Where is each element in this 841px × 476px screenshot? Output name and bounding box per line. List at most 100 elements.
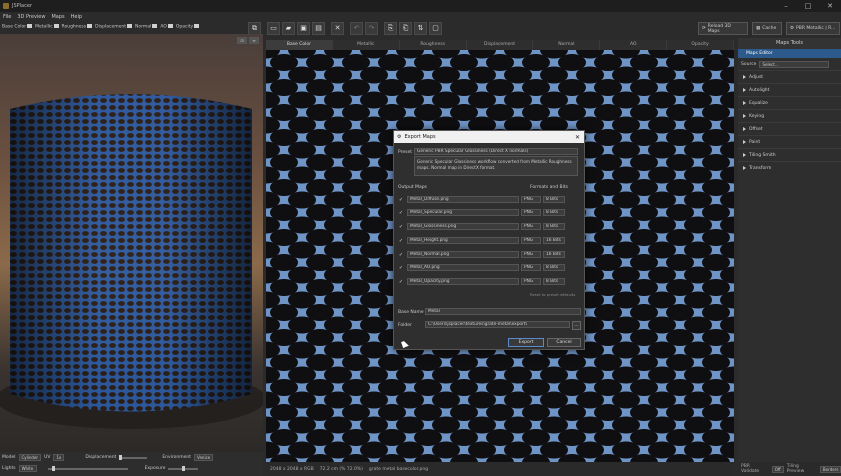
section-paint[interactable]: Paint bbox=[738, 135, 841, 148]
menu-maps[interactable]: Maps bbox=[51, 14, 64, 20]
map-format[interactable]: PNG bbox=[521, 223, 541, 230]
folder-input[interactable]: C:\Users\jsplacer\textures\grate-metal\e… bbox=[425, 321, 570, 328]
section-equalize[interactable]: Equalize bbox=[738, 96, 841, 109]
map-filename[interactable]: Metal_Diffuse.png bbox=[407, 196, 519, 203]
dialog-close-icon[interactable]: ✕ bbox=[575, 134, 580, 141]
map-checkbox[interactable]: ✓ bbox=[397, 265, 405, 271]
map-filename[interactable]: Metal_Height.png bbox=[407, 237, 519, 244]
map-bits[interactable]: 16 Bits bbox=[543, 251, 565, 258]
channel-normal[interactable]: Normal bbox=[135, 23, 158, 29]
menu-help[interactable]: Help bbox=[71, 14, 82, 20]
new-icon[interactable]: ▭ bbox=[267, 21, 280, 35]
map-format[interactable]: PNG bbox=[521, 264, 541, 271]
section-transform[interactable]: Transform bbox=[738, 161, 841, 174]
tab-metallic[interactable]: Metallic bbox=[333, 40, 400, 50]
channel-opacity[interactable]: Opacity bbox=[176, 23, 200, 29]
copy-icon[interactable]: ⎘ bbox=[384, 21, 397, 35]
comment-icon[interactable]: ▢ bbox=[429, 21, 442, 35]
cancel-button[interactable]: Cancel bbox=[547, 338, 581, 347]
model-select[interactable]: Cylinder bbox=[18, 454, 42, 461]
map-filename[interactable]: Metal_Normal.png bbox=[407, 251, 519, 258]
section-tiling-smith[interactable]: Tiling Smith bbox=[738, 148, 841, 161]
paste-icon[interactable]: ⎗ bbox=[399, 21, 412, 35]
channel-base-color[interactable]: Base Color bbox=[2, 23, 33, 29]
map-filename[interactable]: Metal_Specular.png bbox=[407, 209, 519, 216]
close-icon[interactable]: ✕ bbox=[331, 21, 344, 35]
save-icon[interactable]: ▣ bbox=[297, 21, 310, 35]
export-button[interactable]: Export bbox=[508, 338, 544, 347]
minimize-icon[interactable]: – bbox=[775, 0, 797, 12]
source-select[interactable]: Select... bbox=[759, 60, 830, 68]
maximize-icon[interactable]: □ bbox=[797, 0, 819, 12]
map-format[interactable]: PNG bbox=[521, 278, 541, 285]
channel-ao[interactable]: AO bbox=[160, 23, 173, 29]
map-filename[interactable]: Metal_Opacity.png bbox=[407, 278, 519, 285]
lights-slider[interactable] bbox=[47, 466, 128, 471]
texture-size: 2048 x 2048 x RGB bbox=[270, 466, 314, 472]
close-window-icon[interactable]: ✕ bbox=[819, 0, 841, 12]
reset-link[interactable]: Reset to preset defaults bbox=[530, 292, 575, 297]
cache-button[interactable]: ▦ Cache bbox=[752, 22, 782, 35]
3d-viewport[interactable]: ⊡ ≡ bbox=[0, 34, 263, 452]
base-name-input[interactable]: Metal bbox=[425, 308, 581, 315]
tab-displacement[interactable]: Displacement bbox=[467, 40, 534, 50]
map-filename[interactable]: Metal_AO.png bbox=[407, 264, 519, 271]
section-autolight[interactable]: Autolight bbox=[738, 83, 841, 96]
section-keying[interactable]: Keying bbox=[738, 109, 841, 122]
map-bits[interactable]: 16 Bits bbox=[543, 237, 565, 244]
tab-ao[interactable]: AO bbox=[600, 40, 668, 50]
cache-icon: ▦ bbox=[756, 26, 761, 31]
section-adjust[interactable]: Adjust bbox=[738, 70, 841, 83]
preset-select[interactable]: Generic PBR Specular Glossiness (Direct … bbox=[414, 148, 578, 155]
detach-icon[interactable]: ⧉ bbox=[248, 21, 261, 35]
section-offset[interactable]: Offset bbox=[738, 122, 841, 135]
reload-3d-button[interactable]: ⟳ Reload 3D Maps bbox=[698, 22, 748, 35]
channel-displacement[interactable]: Displacement bbox=[95, 23, 133, 29]
exposure-slider[interactable] bbox=[168, 466, 199, 471]
pbr-validate-select[interactable]: Off bbox=[771, 465, 784, 473]
channel-metallic[interactable]: Metallic bbox=[35, 23, 59, 29]
map-bits[interactable]: 8 Bits bbox=[543, 196, 565, 203]
viewport-settings-icon[interactable]: ≡ bbox=[249, 37, 259, 44]
menu-file[interactable]: File bbox=[3, 14, 11, 20]
save-as-icon[interactable]: ▤ bbox=[312, 21, 325, 35]
map-checkbox[interactable]: ✓ bbox=[397, 279, 405, 285]
lights-select[interactable]: White bbox=[18, 465, 37, 472]
open-icon[interactable]: ▰ bbox=[282, 21, 295, 35]
swap-icon[interactable]: ⇅ bbox=[414, 21, 427, 35]
map-checkbox[interactable]: ✓ bbox=[397, 252, 405, 258]
viewport-mode-icon[interactable]: ⊡ bbox=[237, 37, 247, 44]
tab-roughness[interactable]: Roughness bbox=[400, 40, 467, 50]
undo-icon[interactable]: ↶ bbox=[350, 21, 363, 35]
map-format[interactable]: PNG bbox=[521, 209, 541, 216]
map-bits[interactable]: 8 Bits bbox=[543, 223, 565, 230]
map-row: ✓ Metal_Opacity.png PNG 8 Bits bbox=[397, 277, 581, 286]
tiling-preview-select[interactable]: Borders bbox=[819, 465, 841, 473]
map-checkbox[interactable]: ✓ bbox=[397, 210, 405, 216]
tab-opacity[interactable]: Opacity bbox=[667, 40, 735, 50]
title-bar: JSPlacer bbox=[0, 0, 841, 12]
map-checkbox[interactable]: ✓ bbox=[397, 224, 405, 230]
displacement-slider[interactable] bbox=[119, 455, 148, 460]
tab-normal[interactable]: Normal bbox=[533, 40, 601, 50]
uv-select[interactable]: 1x bbox=[53, 454, 65, 461]
map-bits[interactable]: 8 Bits bbox=[543, 264, 565, 271]
map-checkbox[interactable]: ✓ bbox=[397, 238, 405, 244]
dialog-title-bar: ⚙ Export Maps ✕ bbox=[394, 131, 584, 143]
map-checkbox[interactable]: ✓ bbox=[397, 197, 405, 203]
viewport-controls: Model Cylinder UV 1x Displacement Enviro… bbox=[0, 452, 263, 476]
redo-icon[interactable]: ↷ bbox=[365, 21, 378, 35]
map-bits[interactable]: 8 Bits bbox=[543, 278, 565, 285]
map-filename[interactable]: Metal_Glossiness.png bbox=[407, 223, 519, 230]
map-bits[interactable]: 8 Bits bbox=[543, 209, 565, 216]
menu-3d-preview[interactable]: 3D Preview bbox=[17, 14, 45, 20]
map-format[interactable]: PNG bbox=[521, 251, 541, 258]
source-row: Source Select... bbox=[738, 58, 841, 70]
channel-roughness[interactable]: Roughness bbox=[62, 23, 93, 29]
tab-base-color[interactable]: Base Color bbox=[266, 40, 333, 50]
pbr-mode-button[interactable]: ⚙ PBR Metallic | R... bbox=[786, 22, 840, 35]
map-format[interactable]: PNG bbox=[521, 196, 541, 203]
map-format[interactable]: PNG bbox=[521, 237, 541, 244]
browse-button[interactable]: ... bbox=[572, 321, 581, 330]
environment-select[interactable]: Venice bbox=[194, 454, 214, 461]
